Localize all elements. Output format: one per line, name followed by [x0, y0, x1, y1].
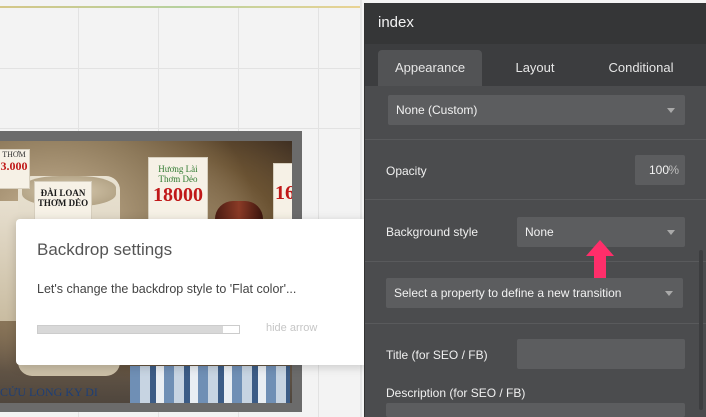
- sign-text: ĐÀI LOAN: [40, 188, 86, 198]
- caret-down-icon: [665, 291, 673, 296]
- panel-title: index: [378, 14, 414, 31]
- price-sign: 16: [273, 163, 292, 225]
- panel-scrollbar[interactable]: [699, 250, 703, 410]
- background-style-label: Background style: [386, 225, 479, 239]
- tour-progress-bar: [37, 325, 240, 334]
- price-sign: THƠM 3.000: [0, 149, 30, 189]
- backdrop-settings-tooltip: Backdrop settings Let's change the backd…: [16, 219, 368, 365]
- divider: [365, 261, 706, 262]
- divider: [365, 199, 706, 200]
- tooltip-title: Backdrop settings: [37, 240, 173, 259]
- price-sign: Hương Lài Thơm Dẻo 18000: [148, 157, 208, 227]
- sign-price: 18000: [153, 184, 203, 206]
- grid-line: [0, 68, 362, 69]
- arrow-up-icon: [586, 240, 614, 278]
- panel-tabs: Appearance Layout Conditional: [365, 44, 706, 86]
- sign-text: THƠM DẺO: [37, 198, 89, 208]
- sign-text: Thơm Dẻo: [158, 174, 198, 184]
- transition-select-value: Select a property to define a new transi…: [394, 286, 622, 300]
- divider: [365, 323, 706, 324]
- opacity-input[interactable]: 100 %: [635, 155, 685, 185]
- panel-header: index: [365, 3, 706, 44]
- caret-down-icon: [667, 108, 675, 113]
- striped-bag: [130, 366, 290, 403]
- opacity-unit: %: [668, 163, 679, 177]
- sign-price: 16: [275, 182, 292, 204]
- divider: [365, 139, 706, 140]
- tooltip-body: Let's change the backdrop style to 'Flat…: [37, 282, 297, 296]
- background-style-value: None: [525, 225, 554, 239]
- tour-progress-fill: [38, 326, 223, 333]
- seo-title-label: Title (for SEO / FB): [386, 348, 488, 362]
- transition-select[interactable]: Select a property to define a new transi…: [386, 278, 683, 308]
- canvas-top-border: [0, 6, 362, 8]
- opacity-value: 100: [648, 163, 669, 177]
- grid-line: [0, 128, 362, 129]
- price-sign: ĐÀI LOAN THƠM DẺO: [34, 181, 92, 223]
- style-select[interactable]: None (Custom): [388, 95, 685, 125]
- caret-down-icon: [667, 230, 675, 235]
- tab-conditional[interactable]: Conditional: [593, 50, 689, 86]
- bag-print: CỬU LONG KY DI: [0, 385, 98, 399]
- hide-arrow-link[interactable]: hide arrow: [266, 322, 317, 334]
- seo-description-input[interactable]: [386, 403, 685, 417]
- style-select-value: None (Custom): [396, 103, 478, 117]
- tab-appearance[interactable]: Appearance: [378, 50, 482, 86]
- opacity-label: Opacity: [386, 164, 427, 178]
- sign-price: 3.000: [0, 159, 28, 173]
- property-editor-panel: index Appearance Layout Conditional None…: [364, 3, 706, 417]
- seo-description-label: Description (for SEO / FB): [386, 386, 526, 400]
- seo-title-input[interactable]: [517, 339, 685, 369]
- sign-text: Hương Lài: [158, 164, 198, 174]
- sign-text: THƠM: [2, 150, 26, 159]
- tab-layout[interactable]: Layout: [495, 50, 575, 86]
